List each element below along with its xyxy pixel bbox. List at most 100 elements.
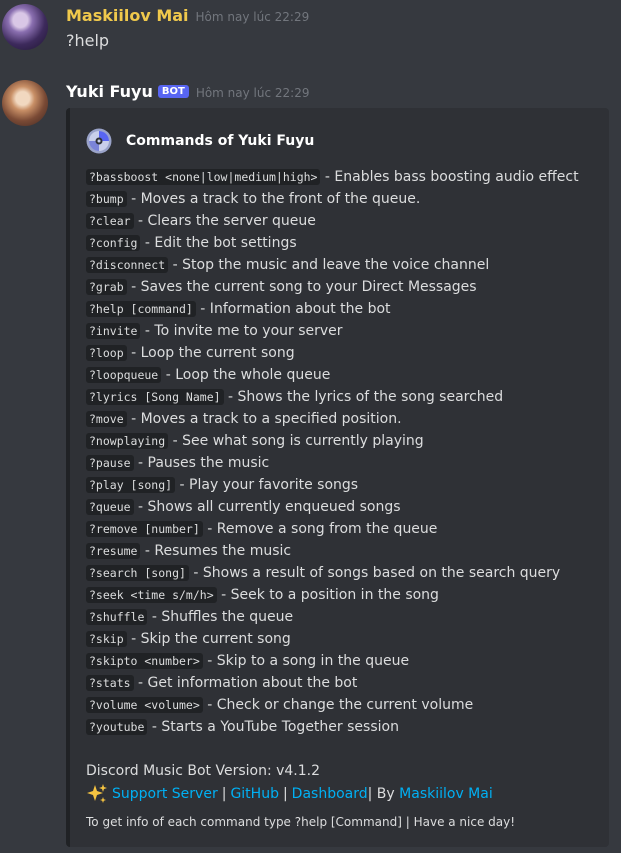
command-line: ?loopqueue - Loop the whole queue: [86, 364, 609, 386]
links-row: Support Server | GitHub | Dashboard | By…: [86, 783, 493, 805]
command-description: - Shows the lyrics of the song searched: [223, 389, 504, 405]
timestamp: Hôm nay lúc 22:29: [195, 86, 310, 100]
command-line: ?youtube - Starts a YouTube Together ses…: [86, 716, 609, 738]
command-line: ?resume - Resumes the music: [86, 540, 609, 562]
command-line: ?volume <volume> - Check or change the c…: [86, 694, 609, 716]
command-code: ?disconnect: [86, 257, 169, 273]
command-code: ?loop: [86, 345, 127, 361]
command-line: ?help [command] - Information about the …: [86, 298, 609, 320]
command-code: ?move: [86, 411, 127, 427]
command-line: ?remove [number] - Remove a song from th…: [86, 518, 609, 540]
command-code: ?clear: [86, 213, 134, 229]
username[interactable]: Yuki Fuyu: [66, 82, 153, 101]
command-description: - Moves a track to the front of the queu…: [126, 191, 421, 207]
command-code: ?pause: [86, 455, 134, 471]
command-description: - Skip to a song in the queue: [202, 653, 410, 669]
command-line: ?play [song] - Play your favorite songs: [86, 474, 609, 496]
version-text: Discord Music Bot Version: v4.1.2: [86, 763, 321, 779]
command-description: - Pauses the music: [133, 455, 270, 471]
command-line: ?invite - To invite me to your server: [86, 320, 609, 342]
command-line: ?search [song] - Shows a result of songs…: [86, 562, 609, 584]
command-line: ?bassboost <none|low|medium|high> - Enab…: [86, 166, 609, 188]
command-line: ?loop - Loop the current song: [86, 342, 609, 364]
command-code: ?skipto <number>: [86, 653, 203, 669]
command-code: ?play [song]: [86, 477, 176, 493]
separator: |: [221, 786, 227, 802]
command-line: ?queue - Shows all currently enqueued so…: [86, 496, 609, 518]
command-description: - Saves the current song to your Direct …: [126, 279, 477, 295]
command-description: - Stop the music and leave the voice cha…: [168, 257, 490, 273]
command-code: ?grab: [86, 279, 127, 295]
command-list: ?bassboost <none|low|medium|high> - Enab…: [86, 166, 609, 738]
command-description: - Starts a YouTube Together session: [147, 719, 399, 735]
command-description: - See what song is currently playing: [168, 433, 424, 449]
command-description: - Clears the server queue: [133, 213, 316, 229]
command-line: ?config - Edit the bot settings: [86, 232, 609, 254]
command-code: ?help [command]: [86, 301, 196, 317]
command-code: ?invite: [86, 323, 141, 339]
command-description: - Edit the bot settings: [140, 235, 297, 251]
command-description: - Shows a result of songs based on the s…: [188, 565, 561, 581]
command-line: ?skip - Skip the current song: [86, 628, 609, 650]
command-description: - Resumes the music: [140, 543, 292, 559]
command-line: ?seek <time s/m/h> - Seek to a position …: [86, 584, 609, 606]
command-code: ?lyrics [Song Name]: [86, 389, 224, 405]
command-description: - Loop the whole queue: [161, 367, 331, 383]
command-line: ?clear - Clears the server queue: [86, 210, 609, 232]
command-code: ?queue: [86, 499, 134, 515]
command-line: ?disconnect - Stop the music and leave t…: [86, 254, 609, 276]
command-description: - Moves a track to a specified position.: [126, 411, 402, 427]
command-code: ?config: [86, 235, 141, 251]
avatar[interactable]: [2, 4, 48, 50]
command-code: ?stats: [86, 675, 134, 691]
command-description: - Information about the bot: [195, 301, 391, 317]
command-code: ?seek <time s/m/h>: [86, 587, 217, 603]
username[interactable]: Maskiilov Mai: [66, 6, 189, 25]
command-description: - Skip the current song: [126, 631, 291, 647]
command-description: - Enables bass boosting audio effect: [320, 169, 579, 185]
sparkles-icon: [87, 784, 107, 803]
support-server-link[interactable]: Support Server: [112, 786, 218, 802]
separator: |: [282, 786, 288, 802]
author-link[interactable]: Maskiilov Mai: [399, 786, 493, 802]
embed: Commands of Yuki Fuyu ?bassboost <none|l…: [66, 108, 609, 847]
command-line: ?nowplaying - See what song is currently…: [86, 430, 609, 452]
avatar[interactable]: [2, 80, 48, 126]
command-line: ?stats - Get information about the bot: [86, 672, 609, 694]
command-code: ?loopqueue: [86, 367, 162, 383]
command-code: ?bassboost <none|low|medium|high>: [86, 169, 321, 185]
embed-author: Commands of Yuki Fuyu: [86, 128, 314, 154]
message-content: ?help: [66, 31, 110, 50]
command-code: ?shuffle: [86, 609, 148, 625]
command-line: ?pause - Pauses the music: [86, 452, 609, 474]
command-code: ?search [song]: [86, 565, 189, 581]
command-description: - Shuffles the queue: [147, 609, 294, 625]
command-description: - Remove a song from the queue: [202, 521, 438, 537]
command-code: ?youtube: [86, 719, 148, 735]
command-code: ?resume: [86, 543, 141, 559]
command-description: - To invite me to your server: [140, 323, 343, 339]
bot-badge: BOT: [157, 85, 189, 98]
command-line: ?skipto <number> - Skip to a song in the…: [86, 650, 609, 672]
embed-footer: To get info of each command type ?help […: [86, 815, 516, 829]
command-code: ?volume <volume>: [86, 697, 203, 713]
command-line: ?shuffle - Shuffles the queue: [86, 606, 609, 628]
command-description: - Seek to a position in the song: [216, 587, 439, 603]
command-line: ?bump - Moves a track to the front of th…: [86, 188, 609, 210]
command-code: ?bump: [86, 191, 127, 207]
timestamp: Hôm nay lúc 22:29: [195, 10, 310, 24]
command-code: ?nowplaying: [86, 433, 169, 449]
command-code: ?skip: [86, 631, 127, 647]
dashboard-link[interactable]: Dashboard: [292, 786, 368, 802]
embed-author-name: Commands of Yuki Fuyu: [126, 133, 315, 149]
command-line: ?grab - Saves the current song to your D…: [86, 276, 609, 298]
message-header: Maskiilov Mai Hôm nay lúc 22:29: [66, 6, 309, 25]
command-line: ?lyrics [Song Name] - Shows the lyrics o…: [86, 386, 609, 408]
by-text: | By: [367, 786, 400, 802]
command-code: ?remove [number]: [86, 521, 203, 537]
github-link[interactable]: GitHub: [230, 786, 279, 802]
command-line: ?move - Moves a track to a specified pos…: [86, 408, 609, 430]
command-description: - Check or change the current volume: [202, 697, 474, 713]
command-description: - Play your favorite songs: [175, 477, 359, 493]
disc-icon: [86, 128, 112, 154]
